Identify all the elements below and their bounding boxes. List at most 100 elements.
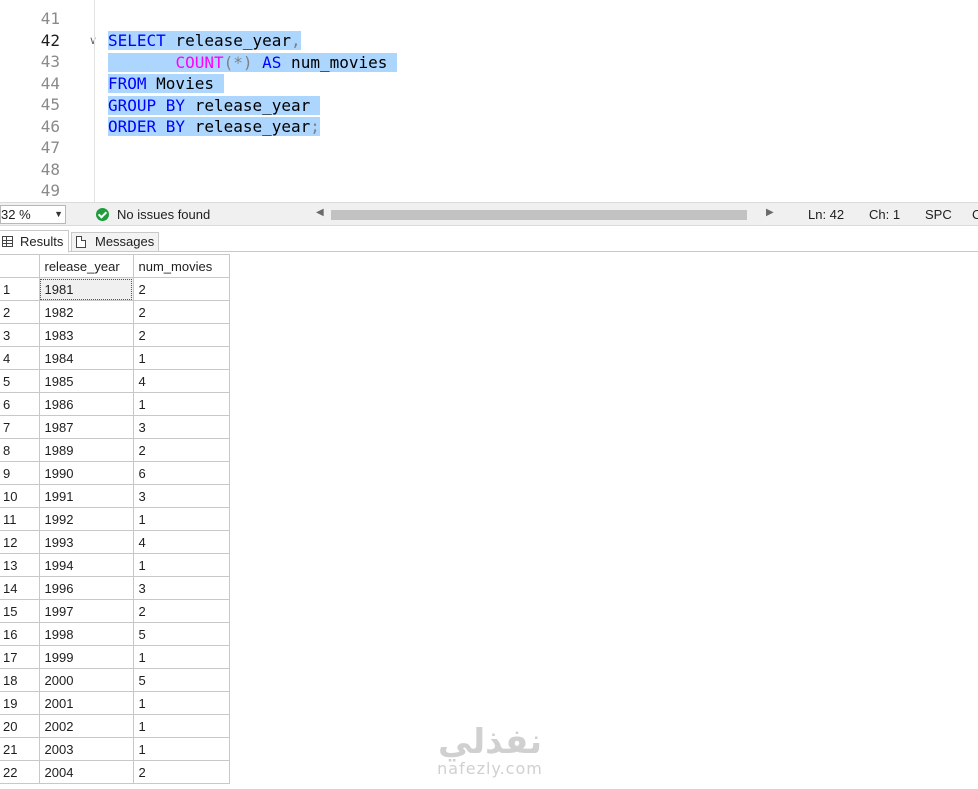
table-row[interactable]: 14 1996 3 — [0, 576, 230, 600]
row-number[interactable]: 13 — [0, 553, 40, 577]
table-row[interactable]: 16 1998 5 — [0, 622, 230, 646]
table-row[interactable]: 2 1982 2 — [0, 300, 230, 324]
cell-release-year[interactable]: 1983 — [38, 323, 134, 347]
code-line[interactable]: SELECT release_year, — [108, 30, 301, 51]
table-row[interactable]: 9 1990 6 — [0, 461, 230, 485]
cell-release-year[interactable]: 1984 — [38, 346, 134, 370]
cell-release-year[interactable]: 1990 — [38, 461, 134, 485]
table-row[interactable]: 6 1986 1 — [0, 392, 230, 416]
cell-release-year[interactable]: 1993 — [38, 530, 134, 554]
table-row[interactable]: 21 2003 1 — [0, 737, 230, 761]
code-line[interactable]: ORDER BY release_year; — [108, 116, 320, 137]
scroll-right-icon[interactable]: ▶ — [766, 207, 774, 218]
table-row[interactable]: 8 1989 2 — [0, 438, 230, 462]
cell-num-movies[interactable]: 1 — [132, 645, 230, 669]
row-number[interactable]: 9 — [0, 461, 40, 485]
table-row[interactable]: 22 2004 2 — [0, 760, 230, 784]
cell-release-year[interactable]: 2000 — [38, 668, 134, 692]
cell-release-year[interactable]: 1991 — [38, 484, 134, 508]
row-number[interactable]: 16 — [0, 622, 40, 646]
table-row[interactable]: 10 1991 3 — [0, 484, 230, 508]
row-number[interactable]: 4 — [0, 346, 40, 370]
scroll-left-icon[interactable]: ◀ — [316, 207, 324, 218]
row-number[interactable]: 8 — [0, 438, 40, 462]
cell-release-year[interactable]: 2002 — [38, 714, 134, 738]
cell-num-movies[interactable]: 1 — [132, 507, 230, 531]
cell-release-year[interactable]: 1996 — [38, 576, 134, 600]
tab-messages[interactable]: Messages — [71, 232, 159, 252]
table-row[interactable]: 19 2001 1 — [0, 691, 230, 715]
column-header[interactable]: release_year — [38, 254, 134, 278]
row-number[interactable]: 15 — [0, 599, 40, 623]
table-row[interactable]: 4 1984 1 — [0, 346, 230, 370]
row-number[interactable]: 11 — [0, 507, 40, 531]
table-row[interactable]: 20 2002 1 — [0, 714, 230, 738]
row-number-header[interactable] — [0, 254, 40, 278]
cell-release-year[interactable]: 1998 — [38, 622, 134, 646]
cell-num-movies[interactable]: 3 — [132, 484, 230, 508]
row-number[interactable]: 22 — [0, 760, 40, 784]
cell-release-year[interactable]: 1987 — [38, 415, 134, 439]
results-grid[interactable]: release_year num_movies 1 1981 2 2 1982 2 3 198… — [0, 254, 230, 784]
cell-num-movies[interactable]: 3 — [132, 415, 230, 439]
table-row[interactable]: 12 1993 4 — [0, 530, 230, 554]
cell-num-movies[interactable]: 2 — [132, 277, 230, 301]
cell-num-movies[interactable]: 1 — [132, 714, 230, 738]
cell-release-year[interactable]: 1997 — [38, 599, 134, 623]
code-line[interactable]: FROM Movies — [108, 73, 224, 94]
cell-num-movies[interactable]: 2 — [132, 300, 230, 324]
table-row[interactable]: 1 1981 2 — [0, 277, 230, 301]
cell-num-movies[interactable]: 6 — [132, 461, 230, 485]
issues-status[interactable]: No issues found — [117, 207, 210, 222]
table-row[interactable]: 7 1987 3 — [0, 415, 230, 439]
cell-num-movies[interactable]: 5 — [132, 668, 230, 692]
cell-num-movies[interactable]: 1 — [132, 346, 230, 370]
table-row[interactable]: 18 2000 5 — [0, 668, 230, 692]
cell-release-year[interactable]: 2003 — [38, 737, 134, 761]
table-row[interactable]: 11 1992 1 — [0, 507, 230, 531]
cell-release-year[interactable]: 1985 — [38, 369, 134, 393]
row-number[interactable]: 20 — [0, 714, 40, 738]
tab-results[interactable]: Results — [0, 230, 69, 253]
row-number[interactable]: 3 — [0, 323, 40, 347]
cell-release-year[interactable]: 1992 — [38, 507, 134, 531]
cell-release-year[interactable]: 1986 — [38, 392, 134, 416]
table-row[interactable]: 5 1985 4 — [0, 369, 230, 393]
cell-num-movies[interactable]: 2 — [132, 438, 230, 462]
row-number[interactable]: 12 — [0, 530, 40, 554]
zoom-select[interactable]: 32 % ▼ — [0, 205, 66, 224]
cell-num-movies[interactable]: 1 — [132, 737, 230, 761]
column-header[interactable]: num_movies — [132, 254, 230, 278]
row-number[interactable]: 7 — [0, 415, 40, 439]
code-line[interactable]: GROUP BY release_year — [108, 95, 320, 116]
row-number[interactable]: 14 — [0, 576, 40, 600]
horizontal-scrollbar[interactable] — [331, 210, 747, 220]
row-number[interactable]: 19 — [0, 691, 40, 715]
cell-num-movies[interactable]: 1 — [132, 691, 230, 715]
cell-num-movies[interactable]: 2 — [132, 599, 230, 623]
row-number[interactable]: 10 — [0, 484, 40, 508]
cell-release-year[interactable]: 1989 — [38, 438, 134, 462]
cell-num-movies[interactable]: 4 — [132, 369, 230, 393]
cell-num-movies[interactable]: 5 — [132, 622, 230, 646]
sql-editor[interactable]: 414243444546474849 ∨ SELECT release_year… — [0, 0, 978, 202]
cell-release-year[interactable]: 1981 — [38, 277, 134, 301]
row-number[interactable]: 2 — [0, 300, 40, 324]
cell-num-movies[interactable]: 1 — [132, 392, 230, 416]
table-row[interactable]: 3 1983 2 — [0, 323, 230, 347]
row-number[interactable]: 1 — [0, 277, 40, 301]
table-row[interactable]: 17 1999 1 — [0, 645, 230, 669]
code-line[interactable]: COUNT(*) AS num_movies — [108, 52, 398, 73]
row-number[interactable]: 21 — [0, 737, 40, 761]
cell-num-movies[interactable]: 3 — [132, 576, 230, 600]
row-number[interactable]: 5 — [0, 369, 40, 393]
cell-num-movies[interactable]: 2 — [132, 323, 230, 347]
cell-num-movies[interactable]: 1 — [132, 553, 230, 577]
table-row[interactable]: 13 1994 1 — [0, 553, 230, 577]
cell-release-year[interactable]: 2001 — [38, 691, 134, 715]
row-number[interactable]: 18 — [0, 668, 40, 692]
cell-num-movies[interactable]: 2 — [132, 760, 230, 784]
cell-num-movies[interactable]: 4 — [132, 530, 230, 554]
cell-release-year[interactable]: 1982 — [38, 300, 134, 324]
cell-release-year[interactable]: 1994 — [38, 553, 134, 577]
